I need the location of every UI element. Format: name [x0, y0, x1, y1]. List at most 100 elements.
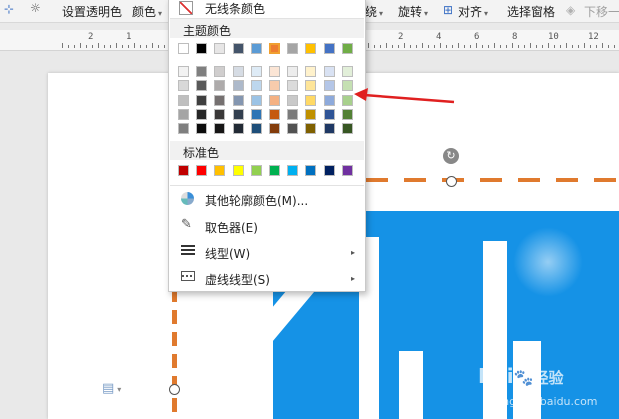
theme-shade-swatch[interactable]	[232, 80, 244, 92]
ruler-tick	[512, 43, 513, 48]
standard-color-swatch[interactable]	[214, 165, 226, 176]
theme-shade-swatch[interactable]	[269, 123, 280, 135]
chevron-down-icon: ▾	[158, 9, 163, 18]
ruler-tick	[158, 45, 159, 48]
theme-shade-swatch[interactable]	[178, 123, 189, 135]
theme-shade-swatch[interactable]	[323, 94, 335, 106]
theme-shade-swatch[interactable]	[269, 66, 280, 77]
theme-shade-swatch[interactable]	[196, 94, 208, 106]
theme-shade-swatch[interactable]	[250, 80, 262, 92]
theme-shade-swatch[interactable]	[305, 123, 317, 135]
theme-shade-swatch[interactable]	[196, 123, 208, 135]
standard-color-swatch[interactable]	[341, 165, 353, 176]
theme-shade-swatch[interactable]	[178, 94, 189, 106]
theme-shade-swatch[interactable]	[232, 108, 244, 120]
theme-shade-swatch[interactable]	[323, 108, 335, 120]
eyedropper-item[interactable]: 取色器(E)	[205, 219, 258, 236]
theme-shade-swatch[interactable]	[214, 94, 226, 106]
resize-handle[interactable]	[446, 176, 457, 187]
chevron-down-icon: ▾	[484, 9, 489, 18]
theme-shade-swatch[interactable]	[287, 123, 299, 135]
theme-shade-swatch[interactable]	[305, 108, 317, 120]
bring-backward-icon[interactable]: ◈	[566, 3, 575, 17]
dash-style-item[interactable]: 虚线线型(S)	[205, 271, 270, 288]
selection-pane-button[interactable]: 选择窗格	[507, 3, 555, 20]
theme-shade-swatch[interactable]	[214, 108, 226, 120]
ruler-tick	[368, 43, 369, 48]
theme-shade-swatch[interactable]	[250, 66, 262, 77]
no-line-color-item[interactable]: 无线条颜色	[205, 0, 265, 17]
theme-shade-swatch[interactable]	[178, 80, 189, 92]
standard-color-swatch[interactable]	[250, 165, 262, 176]
standard-color-swatch[interactable]	[196, 165, 208, 176]
theme-shade-swatch[interactable]	[305, 80, 317, 92]
color-menu-label: 颜色	[132, 5, 157, 19]
theme-color-swatch[interactable]	[178, 43, 189, 54]
align-icon[interactable]: ⊞	[443, 3, 453, 17]
more-outline-colors-item[interactable]: 其他轮廓颜色(M)...	[205, 192, 308, 209]
theme-shade-swatch[interactable]	[196, 108, 208, 120]
theme-shade-swatch[interactable]	[178, 108, 189, 120]
theme-color-swatch[interactable]	[305, 43, 317, 54]
theme-shade-swatch[interactable]	[287, 94, 299, 106]
theme-shade-swatch[interactable]	[269, 108, 280, 120]
ruler-tick	[164, 45, 165, 48]
theme-shade-swatch[interactable]	[287, 80, 299, 92]
theme-shade-swatch[interactable]	[287, 108, 299, 120]
theme-shade-swatch[interactable]	[214, 66, 226, 77]
no-line-icon	[179, 1, 193, 15]
move-down-button[interactable]: 下移一	[584, 3, 619, 20]
theme-shade-swatch[interactable]	[214, 123, 226, 135]
add-shape-icon[interactable]: ⊹	[4, 2, 14, 16]
theme-shade-swatch[interactable]	[250, 94, 262, 106]
resize-handle[interactable]	[169, 384, 180, 395]
theme-shade-swatch[interactable]	[341, 66, 353, 77]
color-menu-button[interactable]: 颜色 ▾	[132, 3, 162, 20]
theme-shade-swatch[interactable]	[178, 66, 189, 77]
standard-color-swatch[interactable]	[232, 165, 244, 176]
page-icon[interactable]: ▤ ▾	[102, 381, 121, 396]
wrap-text-button[interactable]: 绕 ▾	[365, 3, 383, 20]
standard-color-swatch[interactable]	[269, 165, 280, 176]
glow-graphic	[513, 227, 583, 297]
chevron-down-icon: ▾	[379, 9, 384, 18]
theme-color-swatch[interactable]	[250, 43, 262, 54]
theme-shade-swatch[interactable]	[323, 80, 335, 92]
theme-shade-swatch[interactable]	[250, 108, 262, 120]
theme-shade-swatch[interactable]	[323, 123, 335, 135]
line-style-item[interactable]: 线型(W)	[205, 245, 250, 262]
standard-color-swatch[interactable]	[178, 165, 189, 176]
theme-shade-swatch[interactable]	[287, 66, 299, 77]
theme-shade-swatch[interactable]	[232, 66, 244, 77]
theme-color-swatch[interactable]	[232, 43, 244, 54]
theme-color-swatch[interactable]	[196, 43, 208, 54]
theme-shade-swatch[interactable]	[323, 66, 335, 77]
set-transparent-color-button[interactable]: 设置透明色	[62, 3, 122, 20]
theme-color-swatch[interactable]	[214, 43, 226, 54]
theme-shade-swatch[interactable]	[232, 94, 244, 106]
theme-shade-swatch[interactable]	[214, 80, 226, 92]
theme-shade-swatch[interactable]	[196, 80, 208, 92]
theme-shade-swatch[interactable]	[341, 123, 353, 135]
theme-shade-swatch[interactable]	[269, 80, 280, 92]
theme-color-swatch[interactable]	[323, 43, 335, 54]
rotate-handle-icon[interactable]: ↻	[443, 148, 459, 164]
theme-color-swatch[interactable]	[269, 43, 280, 54]
theme-shade-swatch[interactable]	[305, 94, 317, 106]
theme-shade-swatch[interactable]	[250, 123, 262, 135]
standard-color-swatch[interactable]	[287, 165, 299, 176]
theme-shade-swatch[interactable]	[196, 66, 208, 77]
ruler-tick	[554, 45, 555, 48]
theme-shade-swatch[interactable]	[341, 108, 353, 120]
standard-color-swatch[interactable]	[323, 165, 335, 176]
standard-color-swatch[interactable]	[305, 165, 317, 176]
rotate-button[interactable]: 旋转 ▾	[398, 3, 428, 20]
theme-color-swatch[interactable]	[341, 43, 353, 54]
brightness-icon[interactable]: ☼	[30, 1, 41, 15]
theme-shade-swatch[interactable]	[269, 94, 280, 106]
theme-color-swatch[interactable]	[287, 43, 299, 54]
align-button[interactable]: 对齐 ▾	[458, 3, 488, 20]
color-wheel-icon	[181, 192, 194, 205]
theme-shade-swatch[interactable]	[305, 66, 317, 77]
theme-shade-swatch[interactable]	[232, 123, 244, 135]
